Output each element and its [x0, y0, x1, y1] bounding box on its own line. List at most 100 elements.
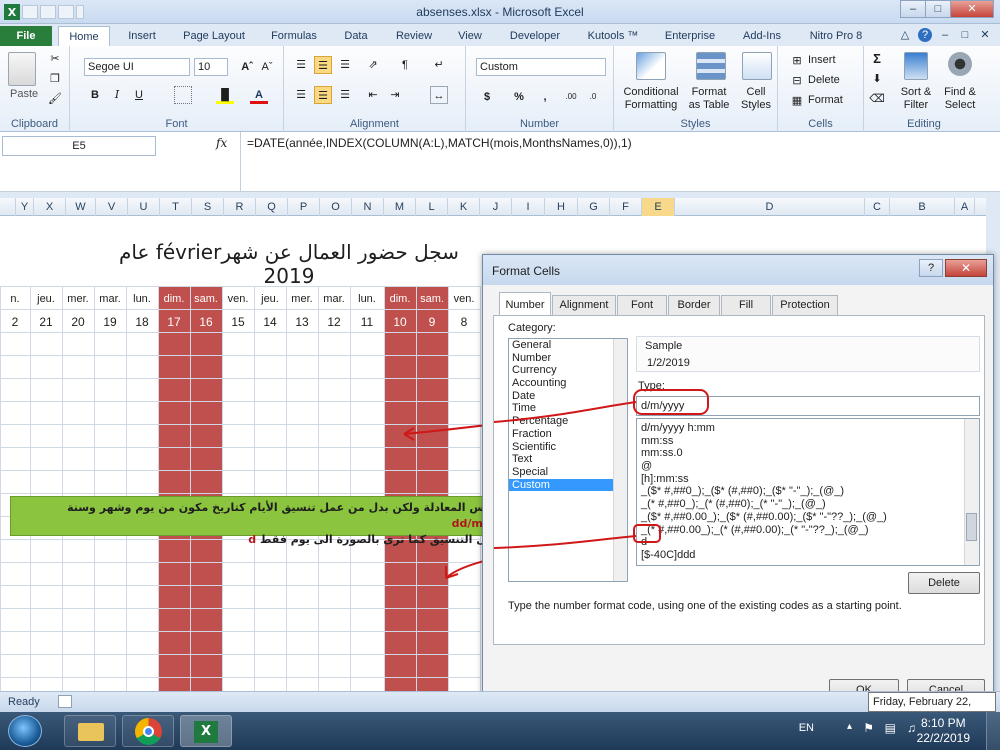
day-header-cell[interactable]: mer. — [62, 290, 94, 308]
day-number-cell[interactable]: 14 — [254, 313, 286, 331]
category-item[interactable]: Custom — [509, 478, 627, 492]
percent-button[interactable]: % — [510, 88, 528, 106]
comma-button[interactable]: , — [536, 88, 554, 106]
find-select-icon[interactable] — [948, 52, 972, 76]
currency-button[interactable]: $ — [478, 88, 496, 106]
increase-indent-icon[interactable]: ⇥ — [386, 86, 404, 104]
cell-styles-icon[interactable] — [742, 52, 772, 80]
day-number-cell[interactable]: 10 — [384, 313, 416, 331]
dialog-tab-protection[interactable]: Protection — [772, 295, 838, 315]
paste-icon[interactable] — [8, 52, 36, 86]
column-header-g[interactable]: G — [578, 198, 610, 216]
tab-data[interactable]: Data — [334, 26, 378, 46]
merge-center-icon[interactable]: ↔ — [430, 86, 448, 104]
day-header-cell[interactable]: n. — [0, 290, 30, 308]
day-number-cell[interactable]: 17 — [158, 313, 190, 331]
align-top-icon[interactable]: ☰ — [292, 56, 310, 74]
column-header-n[interactable]: N — [352, 198, 384, 216]
cell-styles-button[interactable]: Cell Styles — [736, 86, 776, 112]
paste-button[interactable]: Paste — [10, 88, 38, 100]
type-list-item[interactable]: _(* #,##0_);_(* (#,##0);_(* "-"_);_(@_) — [637, 498, 979, 511]
align-right-icon[interactable]: ☰ — [336, 86, 354, 104]
name-box[interactable]: E5 — [2, 136, 156, 156]
workbook-close-icon[interactable]: ✕ — [978, 28, 992, 42]
orientation-icon[interactable]: ⇗ — [364, 56, 382, 74]
dialog-close-button[interactable]: ✕ — [945, 259, 987, 277]
dialog-tab-fill[interactable]: Fill — [721, 295, 771, 315]
show-desktop-button[interactable] — [986, 712, 1000, 750]
day-number-cell[interactable]: 19 — [94, 313, 126, 331]
column-header-o[interactable]: O — [320, 198, 352, 216]
font-color-icon[interactable]: A — [250, 86, 268, 104]
column-header-k[interactable]: K — [448, 198, 480, 216]
minimize-button[interactable]: – — [900, 0, 926, 18]
start-button-icon[interactable] — [8, 715, 42, 747]
column-header-t[interactable]: T — [160, 198, 192, 216]
category-item[interactable]: Text — [509, 453, 627, 466]
column-header-v[interactable]: V — [96, 198, 128, 216]
workbook-restore-icon[interactable]: □ — [958, 28, 972, 42]
tab-add-ins[interactable]: Add-Ins — [734, 26, 790, 46]
align-middle-icon[interactable]: ☰ — [314, 56, 332, 74]
copy-icon[interactable]: ❐ — [46, 70, 64, 88]
type-list-item[interactable]: _($* #,##0.00_);_($* (#,##0.00);_($* "-"… — [637, 511, 979, 524]
select-all-corner[interactable] — [0, 198, 16, 216]
column-header-e[interactable]: E — [642, 198, 675, 216]
type-list-item[interactable]: d — [637, 536, 979, 549]
column-header-p[interactable]: P — [288, 198, 320, 216]
category-item[interactable]: Currency — [509, 364, 627, 377]
column-header-j[interactable]: J — [480, 198, 512, 216]
format-button[interactable]: Format — [808, 94, 843, 106]
close-button[interactable]: ✕ — [950, 0, 994, 18]
day-number-cell[interactable]: 13 — [286, 313, 318, 331]
tab-file[interactable]: File — [0, 26, 52, 46]
column-header-d[interactable]: D — [675, 198, 865, 216]
tab-nitro[interactable]: Nitro Pro 8 — [800, 26, 872, 46]
column-header-a[interactable]: A — [955, 198, 975, 216]
format-as-table-button[interactable]: Format as Table — [684, 86, 734, 112]
tab-view[interactable]: View — [450, 26, 490, 46]
category-item[interactable]: Special — [509, 466, 627, 479]
type-list-item[interactable]: [$-40C]ddd — [637, 549, 979, 562]
column-header-s[interactable]: S — [192, 198, 224, 216]
autosum-button[interactable]: Σ — [868, 50, 886, 68]
insert-cells-icon[interactable]: ⊞ — [788, 52, 806, 70]
day-number-cell[interactable]: 12 — [318, 313, 350, 331]
network-icon[interactable]: ▤ — [885, 721, 896, 735]
day-number-cell[interactable]: 8 — [448, 313, 480, 331]
category-scrollbar[interactable] — [613, 339, 627, 581]
type-list-item[interactable]: [h]:mm:ss — [637, 473, 979, 486]
align-bottom-icon[interactable]: ☰ — [336, 56, 354, 74]
conditional-formatting-button[interactable]: Conditional Formatting — [620, 86, 682, 112]
help-icon[interactable]: ? — [918, 28, 932, 42]
category-item[interactable]: Accounting — [509, 377, 627, 390]
day-number-cell[interactable]: 2 — [0, 313, 30, 331]
day-header-cell[interactable]: ven. — [222, 290, 254, 308]
category-item[interactable]: Percentage — [509, 415, 627, 428]
day-header-cell[interactable]: mar. — [318, 290, 350, 308]
grow-font-icon[interactable]: Aˆ — [238, 58, 256, 76]
decrease-indent-icon[interactable]: ⇤ — [364, 86, 382, 104]
category-item[interactable]: Fraction — [509, 428, 627, 441]
tab-insert[interactable]: Insert — [118, 26, 166, 46]
column-header-b[interactable]: B — [890, 198, 955, 216]
format-cells-icon[interactable]: ▦ — [788, 92, 806, 110]
category-item[interactable]: General — [509, 339, 627, 352]
clock[interactable]: 8:10 PM 22/2/2019 — [917, 716, 970, 746]
decrease-decimal-icon[interactable]: .0 — [584, 88, 602, 106]
fill-color-icon[interactable]: █ — [216, 86, 234, 104]
day-number-cell[interactable]: 20 — [62, 313, 94, 331]
delete-format-button[interactable]: Delete — [908, 572, 980, 594]
day-header-cell[interactable]: sam. — [416, 290, 448, 308]
day-header-cell[interactable]: lun. — [126, 290, 158, 308]
fill-icon[interactable]: ⬇ — [868, 70, 886, 88]
category-item[interactable]: Scientific — [509, 441, 627, 454]
column-header-i[interactable]: I — [512, 198, 545, 216]
align-left-icon[interactable]: ☰ — [292, 86, 310, 104]
tab-enterprise[interactable]: Enterprise — [656, 26, 724, 46]
column-header-r[interactable]: R — [224, 198, 256, 216]
day-number-cell[interactable]: 15 — [222, 313, 254, 331]
dialog-tab-border[interactable]: Border — [668, 295, 720, 315]
type-list-scrollbar[interactable] — [964, 419, 979, 565]
type-list-item[interactable]: mm:ss.0 — [637, 447, 979, 460]
